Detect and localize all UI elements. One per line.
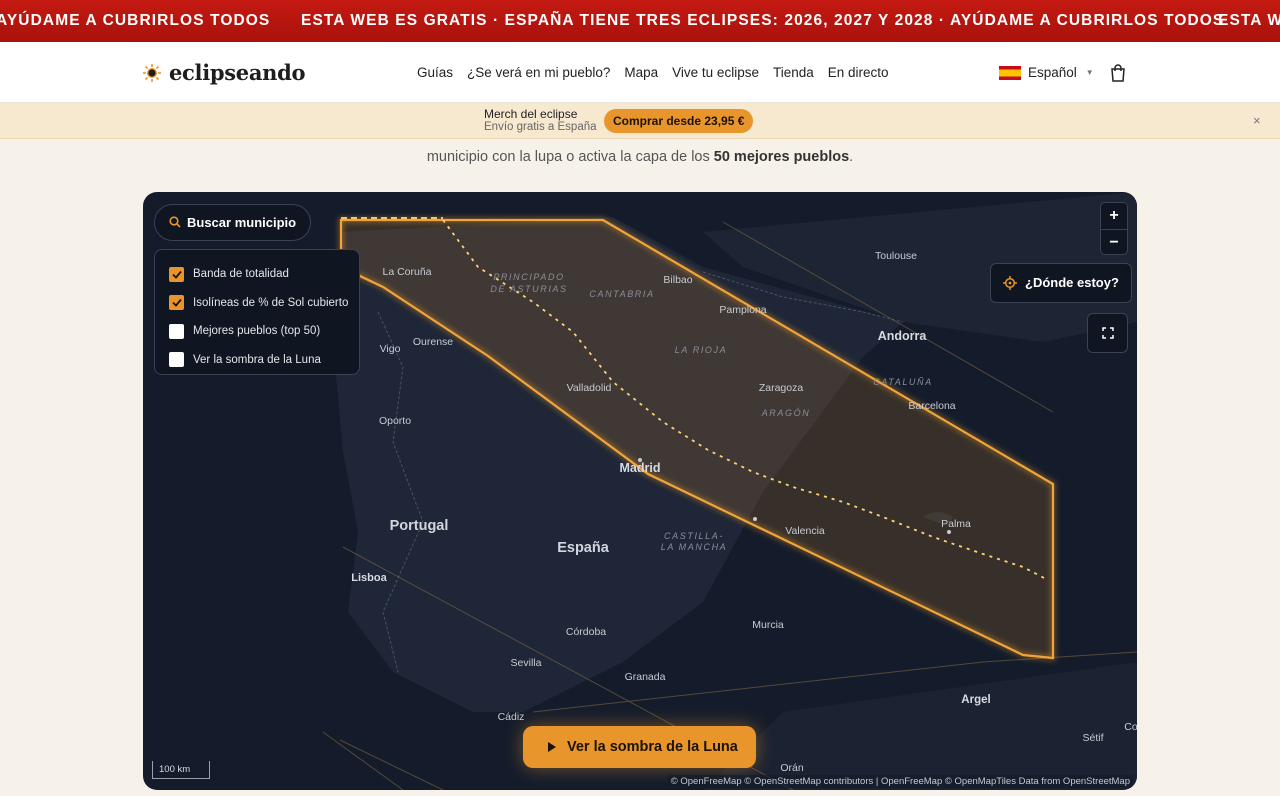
map-label: Oporto (378, 415, 412, 427)
play-icon (548, 742, 556, 752)
map-label: Ourense (412, 336, 454, 348)
layer-label: Ver la sombra de la Luna (193, 353, 321, 366)
layers-panel: Banda de totalidad Isolíneas de % de Sol… (154, 249, 360, 375)
checkbox-unchecked-icon[interactable] (169, 323, 184, 339)
intro-text-part: . (849, 149, 854, 165)
site-logo[interactable]: eclipseando (143, 60, 306, 85)
language-selector[interactable]: Español ▼ (999, 65, 1094, 80)
ticker-text: ESTA W (1218, 12, 1280, 29)
map-label: Toulouse (874, 250, 918, 262)
nav-item-tienda[interactable]: Tienda (773, 65, 814, 80)
intro-bold[interactable]: 50 mejores pueblos (714, 149, 849, 165)
locate-me-button[interactable]: ¿Dónde estoy? (990, 263, 1132, 303)
checkbox-checked-icon[interactable] (169, 295, 184, 311)
map-label: La Coruña (382, 266, 432, 278)
promo-subtitle: Envío gratis a España (484, 121, 597, 133)
map-label: Palma (941, 518, 971, 530)
map-label: LA MANCHA (660, 542, 728, 552)
map-label: Co (1124, 721, 1137, 733)
nav-item-vive[interactable]: Vive tu eclipse (672, 65, 759, 80)
map-label: CASTILLA- (664, 531, 724, 541)
ticker-text: AYÚDAME A CUBRIRLOS TODOS (0, 12, 271, 29)
layer-label: Mejores pueblos (top 50) (193, 325, 321, 338)
map-label: Murcia (752, 619, 784, 631)
nav-item-mapa[interactable]: Mapa (624, 65, 658, 80)
nav-item-guias[interactable]: Guías (417, 65, 453, 80)
map-label: España (557, 540, 609, 556)
map-label: DE ASTURIAS (490, 284, 568, 294)
moon-shadow-button[interactable]: Ver la sombra de la Luna (523, 726, 756, 768)
search-municipality-button[interactable]: Buscar municipio (154, 204, 312, 241)
promo-banner: Merch del eclipse Envío gratis a España … (0, 103, 1280, 139)
announcement-ticker: AYÚDAME A CUBRIRLOS TODOS ESTA WEB ES GR… (0, 0, 1280, 42)
map-label: Zaragoza (758, 382, 804, 394)
fullscreen-button[interactable] (1087, 313, 1128, 353)
locate-label: ¿Dónde estoy? (1025, 275, 1119, 290)
map-label: Sétif (1082, 732, 1104, 744)
map-label: Pamplona (719, 304, 767, 316)
map-label: Vigo (379, 343, 401, 355)
checkbox-checked-icon[interactable] (169, 266, 184, 282)
nav-item-se-vera[interactable]: ¿Se verá en mi pueblo? (467, 65, 610, 80)
map-label: PRINCIPADO (493, 272, 565, 282)
close-promo-button[interactable]: × (1253, 113, 1261, 128)
zoom-control: + − (1100, 202, 1128, 255)
language-label: Español (1028, 65, 1077, 80)
map-label: ARAGÓN (761, 408, 811, 418)
search-icon (169, 216, 181, 228)
nav-item-directo[interactable]: En directo (828, 65, 889, 80)
map-label: Valencia (785, 525, 825, 537)
zoom-out-button[interactable]: − (1101, 229, 1127, 255)
land-africa (703, 662, 1137, 790)
intro-text: municipio con la lupa o activa la capa d… (0, 149, 1280, 165)
map-label: Argel (961, 694, 991, 706)
map-label: Córdoba (565, 626, 607, 638)
map-label: Barcelona (908, 400, 956, 412)
map-label: Andorra (877, 329, 927, 343)
fullscreen-icon (1101, 327, 1114, 339)
layer-label: Isolíneas de % de Sol cubierto (193, 296, 349, 309)
layer-best-towns[interactable]: Mejores pueblos (top 50) (169, 317, 359, 346)
buy-merch-button[interactable]: Comprar desde 23,95 € (604, 109, 754, 133)
map-label: LA RIOJA (674, 345, 728, 355)
scale-bar: 100 km (152, 761, 210, 779)
layer-moon-shadow[interactable]: Ver la sombra de la Luna (169, 346, 359, 375)
eclipse-map[interactable]: Toulouse Andorra CATALUÑA Barcelona La C… (143, 192, 1137, 790)
map-label: Bilbao (663, 274, 693, 286)
shopping-bag-icon[interactable] (1110, 64, 1126, 82)
ticker-text: ESTA WEB ES GRATIS · ESPAÑA TIENE TRES E… (301, 12, 1225, 29)
map-label: Cádiz (497, 711, 525, 723)
promo-title: Merch del eclipse (484, 107, 578, 121)
zoom-in-button[interactable]: + (1101, 203, 1127, 229)
map-label: Valladolid (566, 382, 612, 394)
layer-label: Banda de totalidad (193, 268, 289, 281)
eclipse-logo-icon (143, 63, 161, 82)
crosshair-icon (1003, 276, 1017, 290)
map-label: Granada (624, 671, 666, 683)
spain-flag-icon (999, 65, 1021, 80)
map-label: CATALUÑA (873, 377, 933, 387)
map-label: Orán (780, 762, 804, 774)
intro-text-part: municipio con la lupa o activa la capa d… (426, 149, 714, 165)
caret-down-icon: ▼ (1085, 68, 1094, 77)
main-navbar: eclipseando Guías ¿Se verá en mi pueblo?… (0, 42, 1280, 103)
map-attribution[interactable]: © OpenFreeMap © OpenStreetMap contributo… (667, 775, 1133, 788)
map-label: Lisboa (351, 572, 387, 584)
search-label: Buscar municipio (187, 215, 297, 230)
moon-shadow-label: Ver la sombra de la Luna (567, 739, 738, 755)
map-label: CANTABRIA (589, 289, 655, 299)
promo-text: Merch del eclipse Envío gratis a España (484, 108, 597, 134)
layer-isolines[interactable]: Isolíneas de % de Sol cubierto (169, 289, 359, 318)
checkbox-unchecked-icon[interactable] (169, 352, 184, 368)
map-label: Portugal (389, 518, 449, 534)
logo-text: eclipseando (169, 60, 306, 85)
map-label: Madrid (619, 461, 661, 475)
map-label: Sevilla (510, 657, 542, 669)
nav-menu: Guías ¿Se verá en mi pueblo? Mapa Vive t… (417, 65, 889, 80)
layer-totality[interactable]: Banda de totalidad (169, 260, 359, 289)
